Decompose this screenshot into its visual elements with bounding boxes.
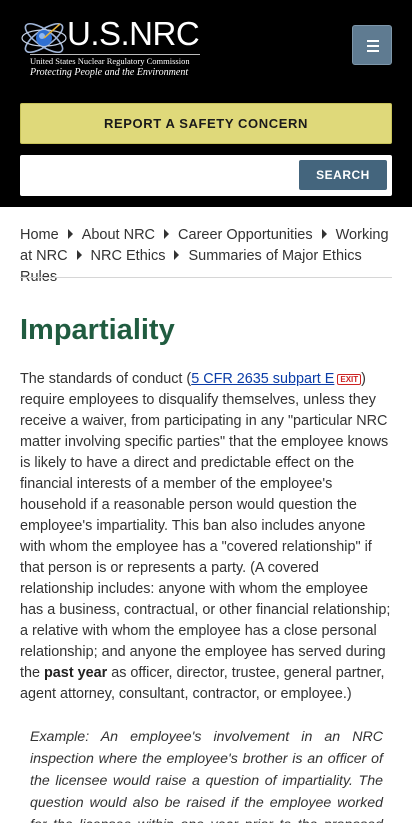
breadcrumb-current-page[interactable]: Summaries of Major Ethics Rules <box>20 248 362 285</box>
breadcrumb-arrow-icon <box>174 250 180 260</box>
site-header: U.S.NRC United States Nuclear Regulatory… <box>0 0 412 207</box>
breadcrumb-about-nrc[interactable]: About NRC <box>82 227 155 243</box>
breadcrumb-arrow-icon <box>67 229 73 239</box>
breadcrumb-career-opportunities[interactable]: Career Opportunities <box>178 227 313 243</box>
logo-tagline: Protecting People and the Environment <box>30 67 189 78</box>
breadcrumb-home[interactable]: Home <box>20 227 59 243</box>
body-paragraph: The standards of conduct (5 CFR 2635 sub… <box>20 369 392 705</box>
search-bar: SEARCH <box>20 155 392 196</box>
breadcrumb-arrow-icon <box>321 229 327 239</box>
breadcrumb-arrow-icon <box>164 229 170 239</box>
logo-wordmark: U.S.NRC <box>67 15 200 52</box>
breadcrumb: Home About NRC Career Opportunities Working… <box>20 225 395 288</box>
cfr-link[interactable]: 5 CFR 2635 subpart E <box>191 371 334 387</box>
logo-divider <box>30 54 200 55</box>
breadcrumb-divider <box>20 277 392 278</box>
search-button[interactable]: SEARCH <box>299 160 387 190</box>
nrc-logo[interactable]: U.S.NRC United States Nuclear Regulatory… <box>20 12 202 82</box>
page-title: Impartiality <box>20 314 175 346</box>
example-paragraph: Example: An employee's involvement in an… <box>30 729 383 823</box>
breadcrumb-arrow-icon <box>76 250 82 260</box>
search-input[interactable] <box>20 155 296 196</box>
paragraph-text-start: The standards of conduct ( <box>20 371 192 387</box>
exit-badge-icon: EXIT <box>337 374 362 385</box>
logo-organization: United States Nuclear Regulatory Commiss… <box>30 56 190 66</box>
report-safety-concern-button[interactable]: REPORT A SAFETY CONCERN <box>20 103 392 144</box>
hamburger-menu-button[interactable] <box>352 25 392 65</box>
paragraph-text-middle: ) require employees to disqualify themse… <box>20 371 391 681</box>
breadcrumb-nrc-ethics[interactable]: NRC Ethics <box>91 248 166 264</box>
paragraph-bold-text: past year <box>44 665 108 681</box>
